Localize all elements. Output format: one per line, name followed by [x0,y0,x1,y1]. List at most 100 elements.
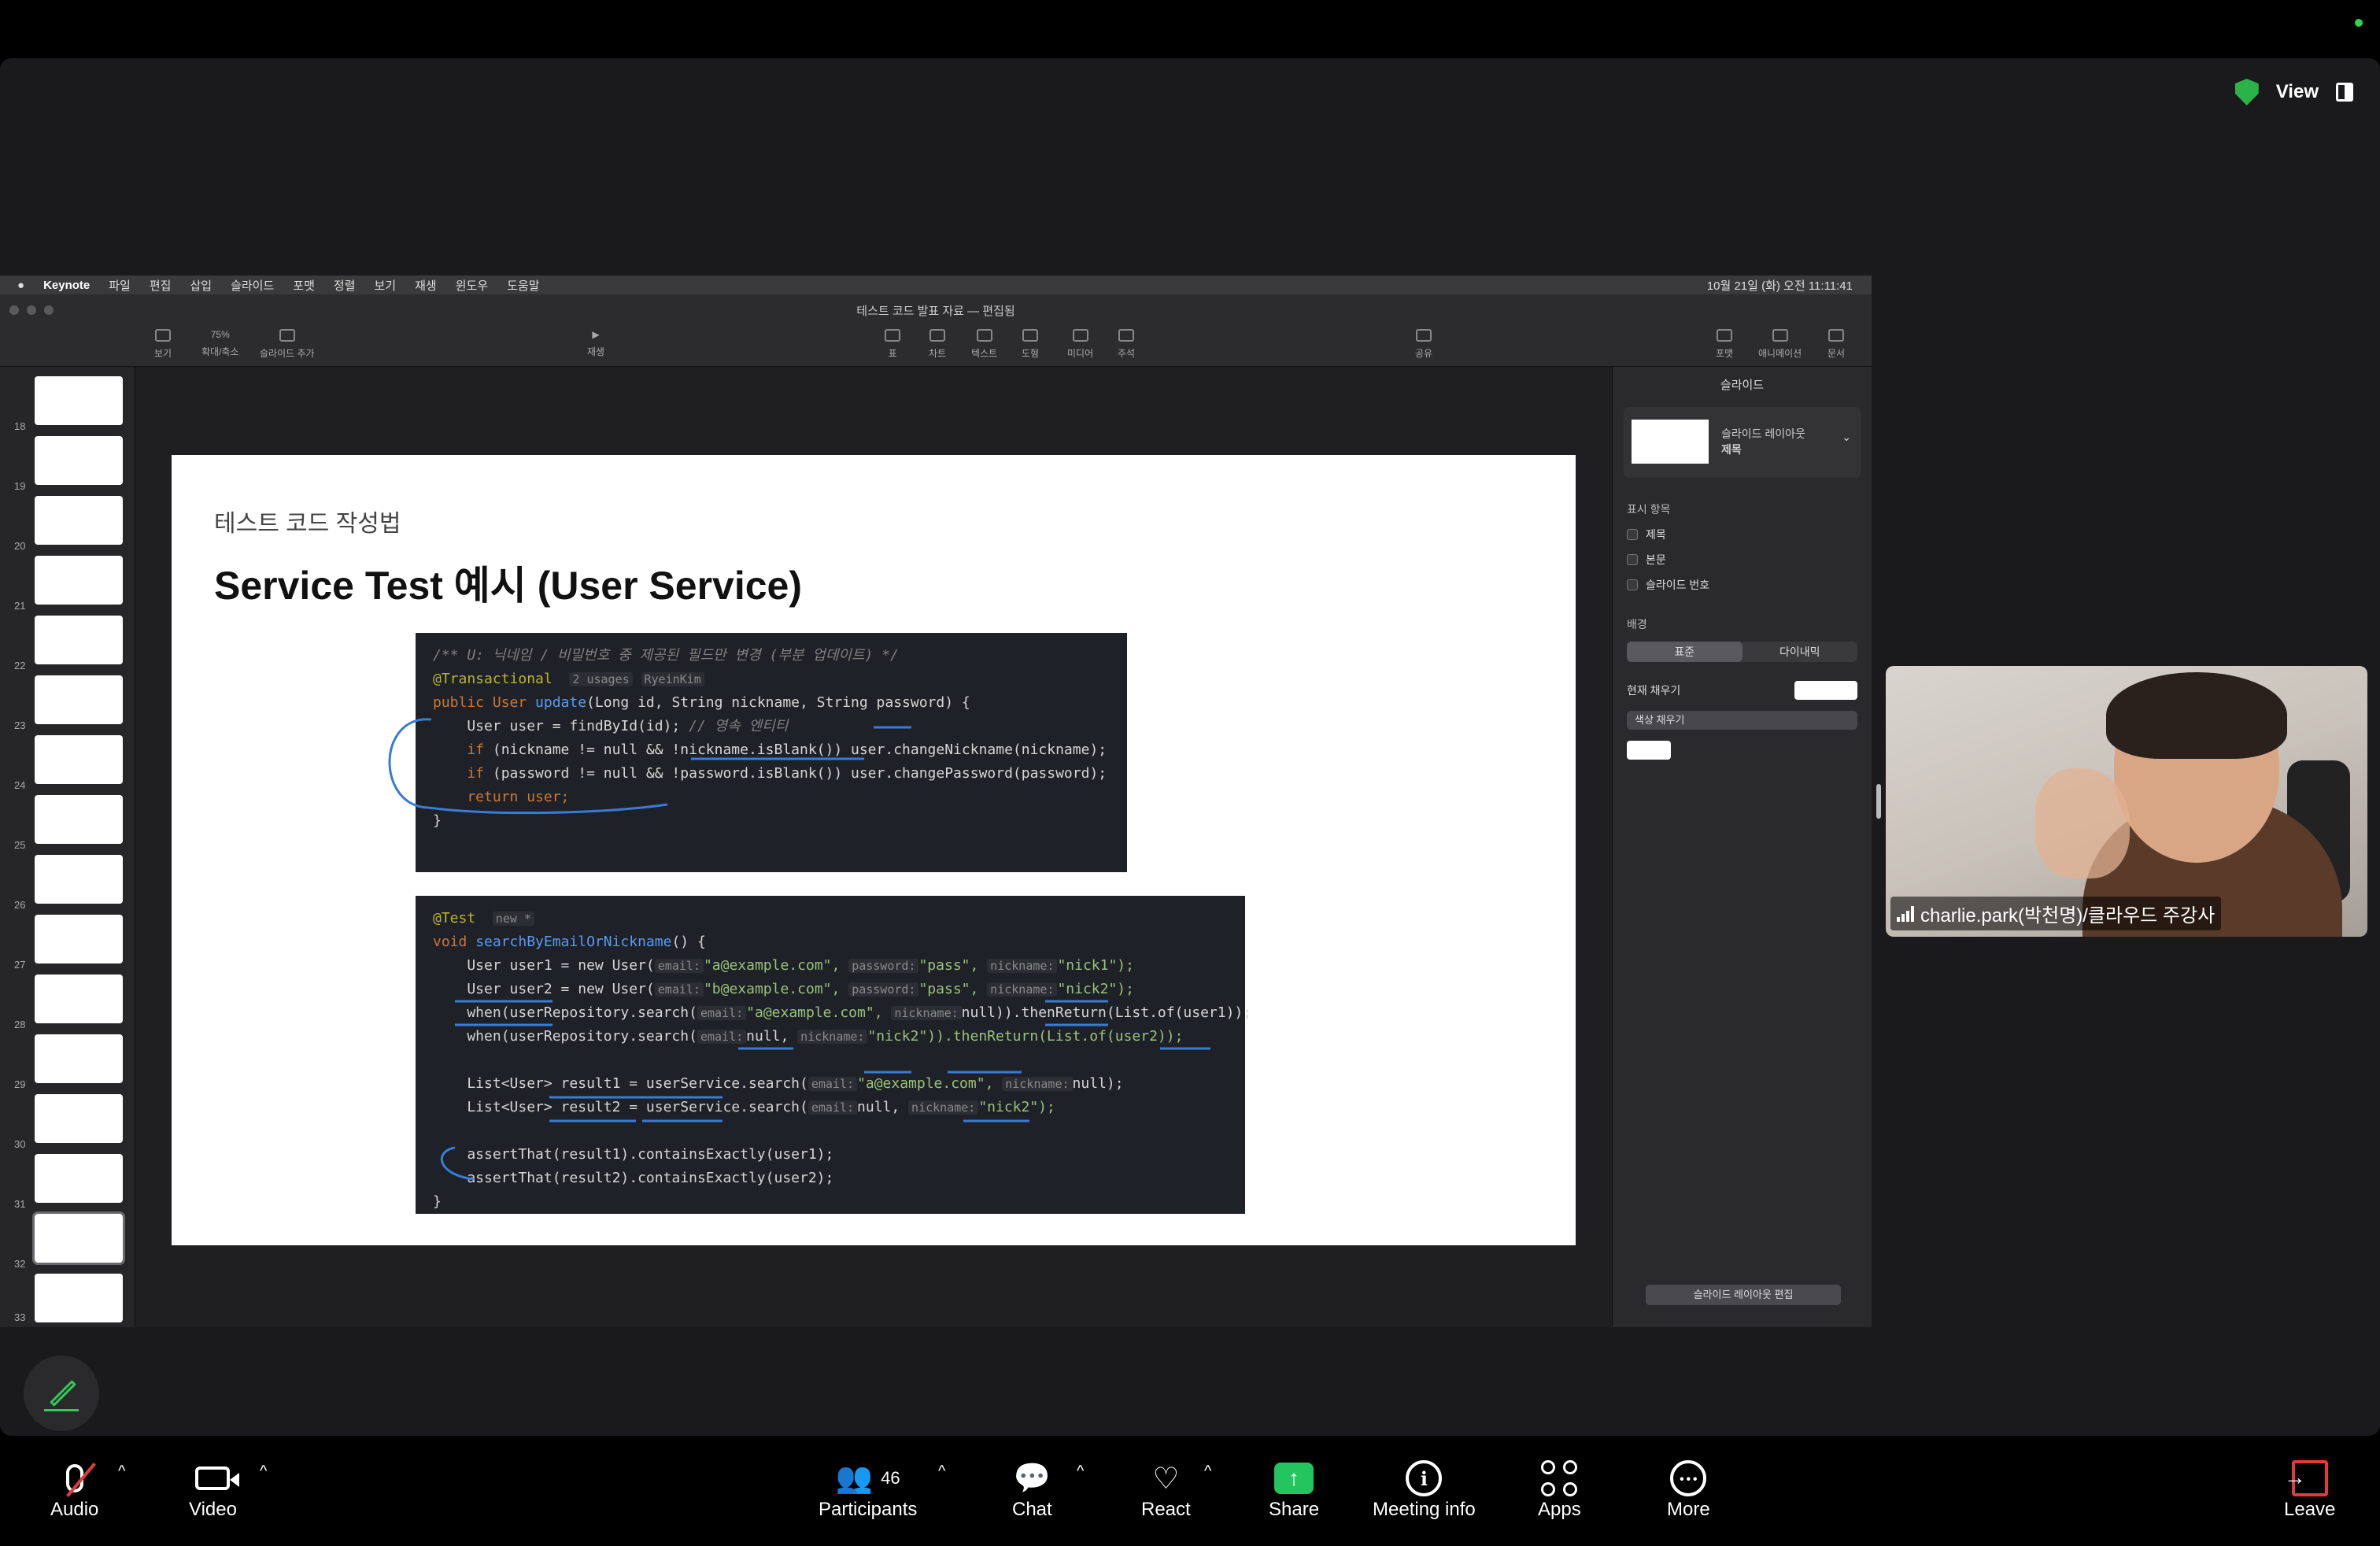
param-hint: nickname: [908,1100,979,1115]
checkbox-body[interactable]: 본문 [1627,552,1857,568]
slide-number: 26 [14,899,26,911]
slide-number: 33 [14,1311,26,1323]
slide-thumb[interactable] [35,975,123,1023]
slide-thumb[interactable] [35,915,123,963]
tb-animate-button[interactable]: 애니메이션 [1758,329,1802,360]
slide-navigator[interactable]: 18 19 20 21 22 23 24 25 26 27 28 29 30 3… [0,367,135,1327]
checkbox-label: 제목 [1646,528,1666,541]
slide-thumb[interactable] [35,1154,123,1203]
menu-item-slide[interactable]: 슬라이드 [231,277,274,294]
layout-caption: 슬라이드 레이아웃 [1721,427,1805,440]
edit-layout-button[interactable]: 슬라이드 레이아웃 편집 [1646,1285,1841,1305]
view-control[interactable]: View [2234,79,2353,105]
meeting-info-button[interactable]: i Meeting info [1373,1458,1476,1521]
code-line: return user; [433,789,570,805]
slide-thumb[interactable] [35,1094,123,1143]
audio-options-chevron-icon[interactable]: ^ [118,1463,125,1481]
tb-zoom-button[interactable]: 75% 확대/축소 [201,329,239,358]
share-button[interactable]: ↑ Share [1269,1458,1319,1521]
menu-item-play[interactable]: 재생 [415,277,437,294]
slide-thumb[interactable] [35,1034,123,1083]
tb-chart-button[interactable]: 차트 [929,329,946,360]
more-button[interactable]: ··· More [1667,1458,1710,1521]
slide-number: 19 [14,480,26,492]
seg-standard[interactable]: 표준 [1627,642,1743,662]
chat-button[interactable]: 💬 Chat [1012,1458,1052,1521]
video-options-chevron-icon[interactable]: ^ [260,1463,267,1481]
apps-button[interactable]: Apps [1538,1458,1581,1521]
slide-thumb[interactable] [35,436,123,485]
tb-view-button[interactable]: 보기 [154,329,172,360]
menu-item-edit[interactable]: 편집 [150,277,172,294]
slide-thumb-selected[interactable] [32,1211,125,1265]
participants-button[interactable]: 👥 46 Participants [819,1458,917,1521]
tb-media-label: 미디어 [1067,348,1094,359]
tb-table-button[interactable]: 표 [885,329,900,360]
checkbox-title[interactable]: 제목 [1627,527,1857,542]
current-fill-swatch[interactable] [1794,681,1857,700]
audio-button[interactable]: Audio [50,1458,98,1521]
tile-resize-handle[interactable] [1876,784,1881,819]
document-title: 테스트 코드 발표 자료 — 편집됨 [856,305,1015,318]
slide-thumb[interactable] [35,496,123,545]
fill-type-select[interactable]: 색상 채우기 [1627,711,1857,730]
code-text: null, [857,1099,900,1115]
chat-options-chevron-icon[interactable]: ^ [1077,1463,1084,1481]
tb-animate-label: 애니메이션 [1758,348,1802,359]
menu-item-arrange[interactable]: 정렬 [334,277,356,294]
background-segmented-control[interactable]: 표준 다이내믹 [1627,642,1857,662]
participant-video-tile[interactable]: charlie.park(박천명)/클라우드 주강사 [1886,666,2367,937]
current-slide[interactable]: 테스트 코드 작성법 Service Test 예시 (User Service… [172,455,1576,1245]
table-icon [885,329,900,342]
encryption-shield-icon[interactable] [2234,79,2259,105]
menu-item-help[interactable]: 도움말 [507,277,539,294]
tb-shape-button[interactable]: 도형 [1022,329,1039,360]
code-block-update: /** U: 닉네임 / 비밀번호 중 제공된 필드만 변경 (부분 업데이트)… [416,633,1127,872]
code-string: "a@example.com", [857,1075,994,1092]
slide-thumb[interactable] [35,1274,123,1322]
slide-thumb[interactable] [35,795,123,844]
code-block-test: @Test new * void searchByEmailOrNickname… [416,896,1251,1214]
tb-add-slide-button[interactable]: 슬라이드 추가 [260,329,315,360]
view-label[interactable]: View [2276,81,2319,103]
slide-thumb[interactable] [35,855,123,904]
slide-number: 23 [14,719,26,731]
leave-button[interactable]: Leave [2284,1458,2335,1521]
menu-item-file[interactable]: 파일 [109,277,131,294]
menu-item-format[interactable]: 포맷 [293,277,315,294]
tb-media-button[interactable]: 미디어 [1067,329,1093,360]
tb-share-button[interactable]: 공유 [1415,329,1432,360]
slide-thumb[interactable] [35,556,123,605]
slide-number: 24 [14,779,26,791]
tb-shape-label: 도형 [1022,348,1040,359]
menu-clock: 10월 21일 (화) 오전 11:11:41 [1706,279,1853,293]
view-layout-icon[interactable] [2336,83,2353,102]
react-button[interactable]: ♡ React [1141,1458,1191,1521]
slide-thumb[interactable] [35,376,123,425]
menu-app-name[interactable]: Keynote [43,279,90,292]
slide-layout-picker[interactable]: 슬라이드 레이아웃 제목 ⌄ [1624,407,1861,478]
apple-icon[interactable]: ● [17,279,24,292]
participants-options-chevron-icon[interactable]: ^ [938,1463,945,1481]
seg-dynamic[interactable]: 다이내믹 [1743,642,1858,662]
react-options-chevron-icon[interactable]: ^ [1204,1463,1211,1481]
color-well[interactable] [1627,741,1671,760]
slide-thumb[interactable] [35,735,123,784]
tb-zoom-value: 75% [210,329,230,340]
chevron-down-icon: ⌄ [1842,431,1851,443]
tb-comment-button[interactable]: 주석 [1118,329,1135,360]
slide-thumb[interactable] [35,616,123,664]
menu-item-view[interactable]: 보기 [375,277,397,294]
slide-thumb[interactable] [35,675,123,724]
tb-text-button[interactable]: 텍스트 [971,329,997,360]
video-button[interactable]: Video [189,1458,240,1521]
tb-format-button[interactable]: 포맷 [1716,329,1733,360]
share-label: Share [1269,1499,1320,1520]
annotate-button[interactable] [24,1356,99,1431]
tb-document-button[interactable]: 문서 [1828,329,1845,360]
menu-item-window[interactable]: 윈도우 [456,277,488,294]
tb-play-button[interactable]: ▶ 재생 [587,329,604,358]
checkbox-slide-number[interactable]: 슬라이드 번호 [1627,577,1857,593]
menu-item-insert[interactable]: 삽입 [190,277,212,294]
code-string: "nick2")).thenReturn(List.of(user2)); [867,1028,1184,1045]
